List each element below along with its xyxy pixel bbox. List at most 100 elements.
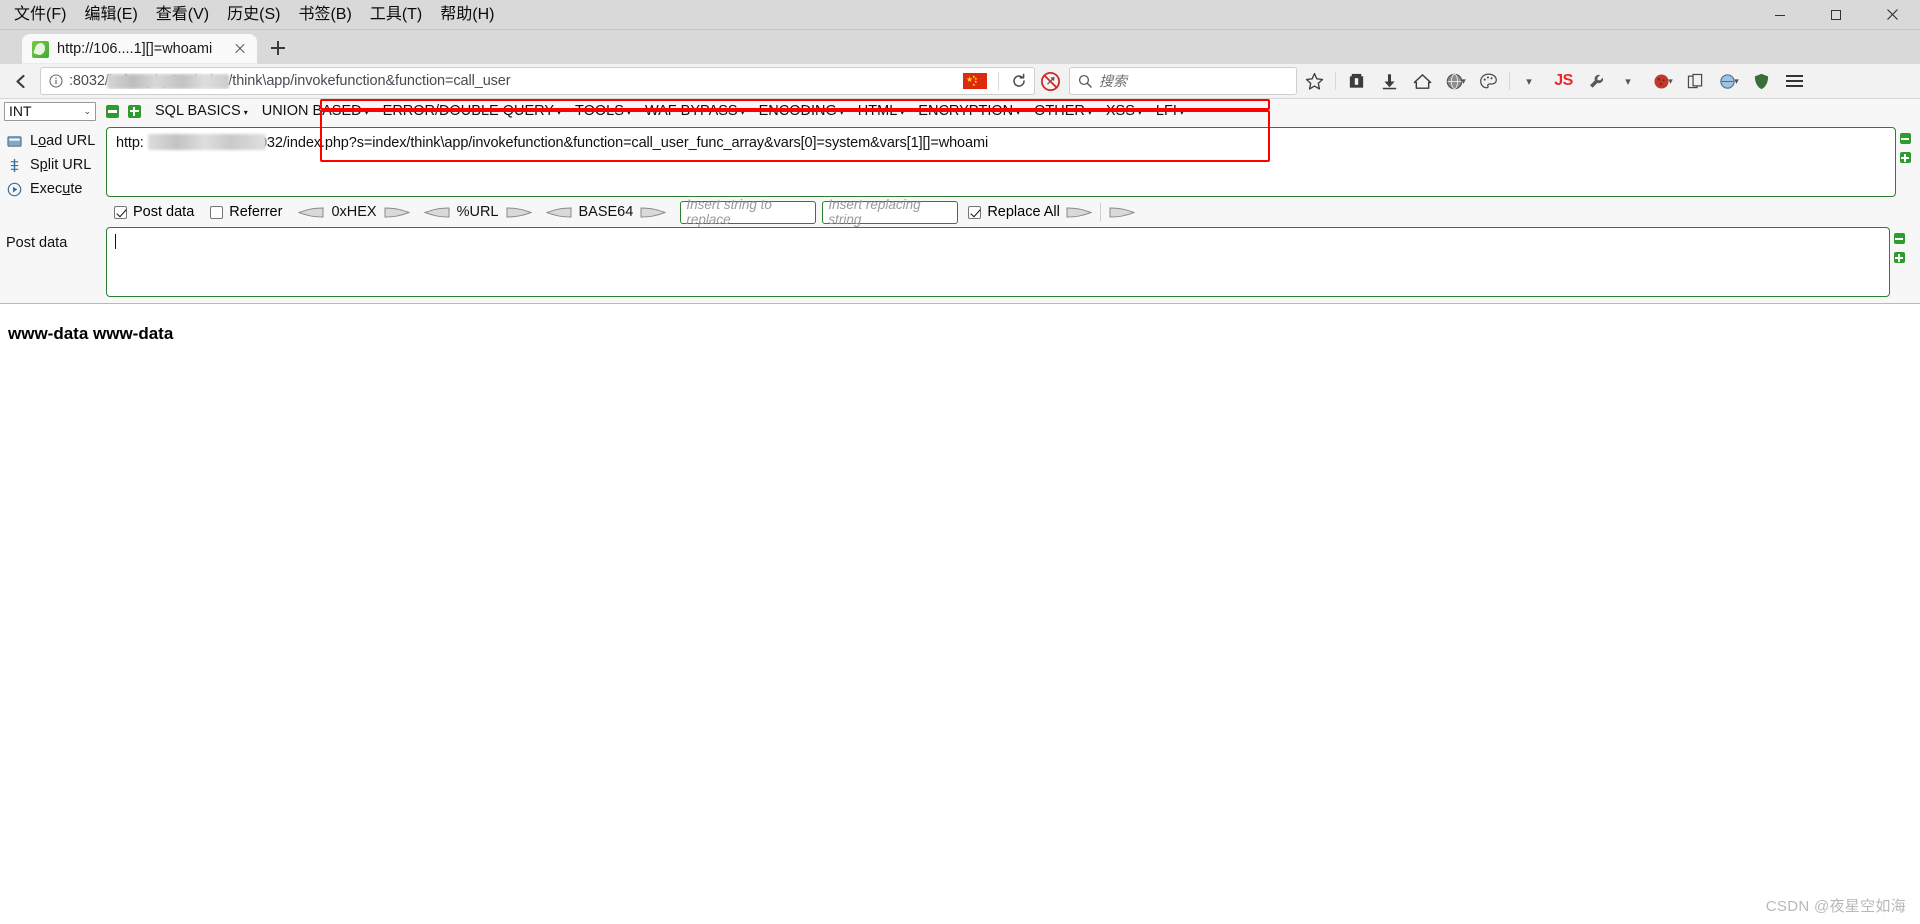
hb-menu-html[interactable]: HTML ▾ — [851, 103, 912, 119]
hb-menu-label: ENCRYPTION — [918, 103, 1014, 119]
menu-edit[interactable]: 编辑(E) — [76, 2, 145, 28]
tab-close-icon[interactable] — [231, 40, 249, 58]
type-select[interactable]: INT ⌄ — [4, 101, 96, 121]
hb-menu-waf-bypass[interactable]: WAF BYPASS ▾ — [638, 103, 752, 119]
chevron-down-icon-2[interactable]: ▾ — [1526, 75, 1532, 88]
add-tab-button[interactable] — [126, 103, 142, 119]
chevron-down-icon-m8: ▾ — [1087, 107, 1092, 117]
palette-extension-button[interactable] — [1473, 67, 1504, 96]
tab-strip: http://106....1][]=whoami — [0, 30, 1920, 64]
referrer-checkbox-box[interactable] — [210, 205, 224, 219]
overflow-chevron-button[interactable]: ▾ — [1515, 67, 1546, 96]
minimize-button[interactable] — [1752, 0, 1808, 29]
replace-apply-arrow-icon[interactable] — [1066, 206, 1092, 219]
plus-icon-url[interactable] — [1899, 152, 1911, 163]
extra-apply-arrow-icon[interactable] — [1109, 206, 1135, 219]
menu-view[interactable]: 查看(V) — [148, 2, 217, 28]
hackbar-url-input[interactable]: http:xxxxxxxxxxxxxxx8032/index.php?s=ind… — [106, 127, 1896, 197]
chevron-down-icon-m0: ▾ — [243, 107, 248, 117]
menu-file[interactable]: 文件(F) — [6, 2, 74, 28]
toolbar-separator-3 — [1509, 72, 1510, 90]
url-encode-arrow-icon[interactable] — [506, 206, 532, 219]
library-button[interactable] — [1341, 67, 1372, 96]
hb-menu-label: WAF BYPASS — [644, 103, 738, 119]
browser-window: 文件(F) 编辑(E) 查看(V) 历史(S) 书签(B) 工具(T) 帮助(H… — [0, 0, 1920, 924]
chevron-down-icon-5[interactable]: ▾ — [1734, 76, 1739, 87]
post-data-textarea[interactable] — [106, 227, 1890, 297]
hb-menu-encryption[interactable]: ENCRYPTION ▾ — [911, 103, 1027, 119]
post-data-checkbox-box[interactable] — [114, 205, 127, 219]
hb-menu-sql-basics[interactable]: SQL BASICS ▾ — [148, 103, 255, 119]
menu-history[interactable]: 历史(S) — [219, 2, 288, 28]
hb-menu-other[interactable]: OTHER ▾ — [1027, 103, 1099, 119]
search-bar[interactable]: 搜索 — [1069, 67, 1297, 95]
hb-menu-encoding[interactable]: ENCODING ▾ — [752, 103, 851, 119]
globe-extension-button[interactable]: ▾ — [1440, 67, 1471, 96]
split-url-button[interactable]: Split URL — [0, 153, 106, 177]
replace-all-checkbox-box[interactable] — [968, 205, 982, 219]
replace-with-input[interactable]: Insert replacing string — [822, 197, 959, 227]
hb-menu-union-based[interactable]: UNION BASED ▾ — [255, 103, 376, 119]
home-button[interactable] — [1407, 67, 1438, 96]
replace-search-input[interactable]: Insert string to replace — [680, 197, 817, 227]
hex-decode-arrow-icon[interactable] — [298, 206, 324, 219]
adblock-shield-button[interactable] — [1746, 67, 1777, 96]
noscript-button[interactable] — [1037, 68, 1063, 94]
hb-menu-label: XSS — [1105, 103, 1135, 119]
execute-button[interactable]: Execute — [0, 177, 106, 201]
site-info-icon[interactable] — [47, 72, 65, 90]
replace-all-checkbox[interactable]: Replace All — [968, 204, 1060, 220]
hackbar-url-side-controls — [1896, 127, 1914, 197]
app-menu-button[interactable] — [1779, 67, 1809, 96]
downloads-button[interactable] — [1374, 67, 1405, 96]
wrench-extension-button[interactable] — [1581, 67, 1612, 96]
new-tab-button[interactable] — [263, 33, 293, 63]
hb-menu-tools[interactable]: TOOLS ▾ — [568, 103, 638, 119]
wrench-chevron-button[interactable]: ▾ — [1614, 67, 1645, 96]
reload-button[interactable] — [1006, 69, 1032, 93]
tab-active[interactable]: http://106....1][]=whoami — [22, 34, 257, 64]
hackbar-url-row: http:xxxxxxxxxxxxxxx8032/index.php?s=ind… — [106, 127, 1914, 197]
shield-icon — [1754, 73, 1769, 89]
tab-favicon-icon — [32, 40, 49, 58]
minus-icon-post[interactable] — [1893, 233, 1905, 244]
post-data-checkbox[interactable]: Post data — [114, 204, 194, 220]
url-decode-arrow-icon[interactable] — [423, 206, 450, 219]
cookie-extension-button[interactable]: ▾ — [1647, 67, 1678, 96]
load-url-button[interactable]: Load URL — [0, 129, 106, 153]
plus-icon-post[interactable] — [1893, 252, 1905, 263]
menu-bar: 文件(F) 编辑(E) 查看(V) 历史(S) 书签(B) 工具(T) 帮助(H… — [0, 0, 502, 29]
base64-decode-arrow-icon[interactable] — [545, 206, 572, 219]
chevron-down-icon-m4: ▾ — [740, 107, 745, 117]
command-output: www-data www-data — [8, 324, 174, 343]
remove-tab-button[interactable] — [104, 103, 120, 119]
chevron-down-icon-4[interactable]: ▾ — [1668, 76, 1673, 87]
referrer-checkbox[interactable]: Referrer — [210, 204, 282, 220]
cn-flag-icon[interactable]: ★ ★ ★ ★ ★ — [963, 73, 987, 89]
maximize-button[interactable] — [1808, 0, 1864, 29]
chevron-down-icon-3[interactable]: ▾ — [1625, 75, 1631, 88]
hb-menu-lfi[interactable]: LFI ▾ — [1149, 103, 1191, 119]
copy-extension-button[interactable] — [1680, 67, 1711, 96]
hex-encode-arrow-icon[interactable] — [384, 206, 410, 219]
bookmark-star-button[interactable] — [1299, 67, 1330, 96]
back-button[interactable] — [6, 67, 36, 96]
js-toggle-button[interactable]: JS — [1548, 67, 1579, 96]
hb-menu-xss[interactable]: XSS ▾ — [1099, 103, 1149, 119]
colorzilla-button[interactable]: ▾ — [1713, 67, 1744, 96]
address-bar[interactable]: :8032/index.php?s=index/think\app/invoke… — [40, 67, 1035, 95]
menu-tools[interactable]: 工具(T) — [362, 2, 430, 28]
minus-icon-url[interactable] — [1899, 133, 1911, 144]
split-url-label: Split URL — [30, 157, 92, 173]
hackbar-postdata-row: Post data — [0, 227, 1914, 303]
menu-help[interactable]: 帮助(H) — [432, 2, 502, 28]
base64-encode-arrow-icon[interactable] — [640, 206, 667, 219]
chevron-down-icon[interactable]: ▾ — [1461, 76, 1466, 87]
window-controls — [1752, 0, 1920, 29]
close-button[interactable] — [1864, 0, 1920, 29]
hb-menu-label: OTHER — [1034, 103, 1085, 119]
menu-bookmarks[interactable]: 书签(B) — [290, 2, 359, 28]
palette-icon — [1480, 72, 1497, 88]
hb-menu-error-double-query[interactable]: ERROR/DOUBLE QUERY ▾ — [376, 103, 568, 119]
hackbar-menu-row: INT ⌄ SQL BASICS ▾ UNION BASED ▾ ERROR/DOU… — [0, 99, 1920, 123]
